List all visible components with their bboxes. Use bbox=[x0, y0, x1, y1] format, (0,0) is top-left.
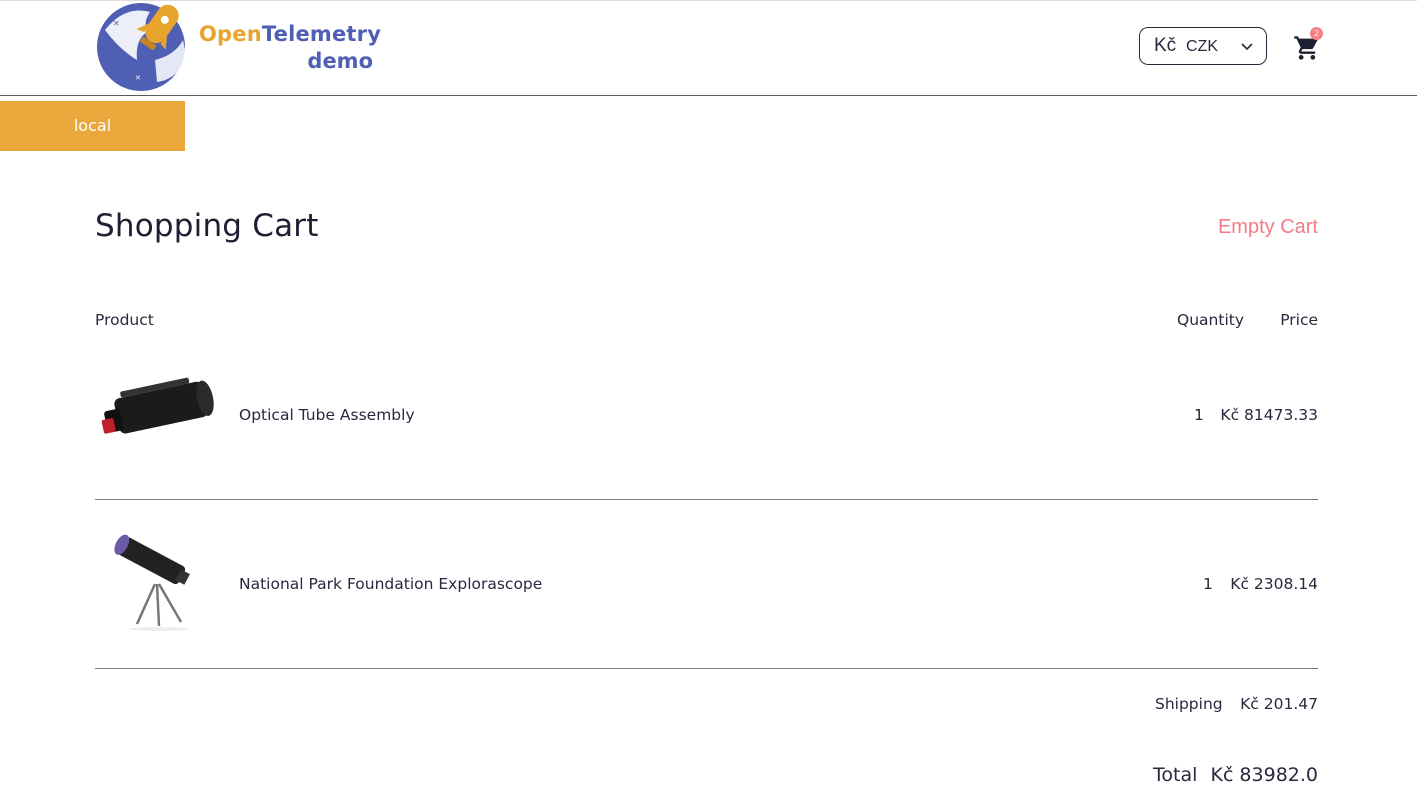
total-value: Kč 83982.0 bbox=[1210, 764, 1318, 786]
shipping-value: Kč 201.47 bbox=[1240, 695, 1318, 713]
optical-tube-image[interactable] bbox=[95, 363, 217, 463]
shipping-label: Shipping bbox=[1155, 695, 1223, 713]
row-divider bbox=[95, 668, 1318, 669]
brand-demo: demo bbox=[307, 49, 373, 73]
environment-badge: local bbox=[0, 101, 185, 151]
currency-select[interactable]: Kč CZK bbox=[1139, 27, 1267, 65]
brand-text: OpenTelemetry demo bbox=[199, 20, 381, 74]
explorascope-image[interactable] bbox=[95, 532, 217, 632]
chevron-down-icon bbox=[1241, 43, 1253, 51]
cart-item-row: Optical Tube Assembly 1 Kč 81473.33 bbox=[95, 363, 1318, 501]
item-price: Kč 81473.33 bbox=[1220, 406, 1318, 424]
svg-text:✕: ✕ bbox=[113, 19, 120, 28]
item-quantity: 1 bbox=[1203, 575, 1213, 593]
row-divider bbox=[95, 499, 1318, 500]
empty-cart-button[interactable]: Empty Cart bbox=[1218, 216, 1318, 239]
page-title: Shopping Cart bbox=[95, 208, 319, 244]
column-header-price: Price bbox=[1280, 311, 1318, 329]
column-header-product: Product bbox=[95, 311, 154, 329]
total-label: Total bbox=[1153, 764, 1198, 786]
product-name[interactable]: National Park Foundation Explorascope bbox=[239, 575, 542, 593]
column-header-quantity: Quantity bbox=[1177, 311, 1244, 329]
brand-logo[interactable]: ✕ ✕ OpenTelemetry demo bbox=[95, 0, 385, 92]
cart-item-row: National Park Foundation Explorascope 1 … bbox=[95, 532, 1318, 670]
svg-text:✕: ✕ bbox=[135, 74, 141, 82]
brand-open: Open bbox=[199, 22, 262, 46]
rocket-logo-icon: ✕ ✕ bbox=[97, 3, 187, 91]
site-header: ✕ ✕ OpenTelemetry demo Kč CZK 2 bbox=[0, 0, 1417, 96]
product-name[interactable]: Optical Tube Assembly bbox=[239, 406, 415, 424]
item-price: Kč 2308.14 bbox=[1230, 575, 1318, 593]
item-quantity: 1 bbox=[1194, 406, 1204, 424]
currency-symbol: Kč bbox=[1154, 35, 1177, 56]
cart-count-badge: 2 bbox=[1310, 27, 1323, 40]
brand-telemetry: Telemetry bbox=[261, 22, 382, 46]
currency-code: CZK bbox=[1186, 38, 1218, 55]
